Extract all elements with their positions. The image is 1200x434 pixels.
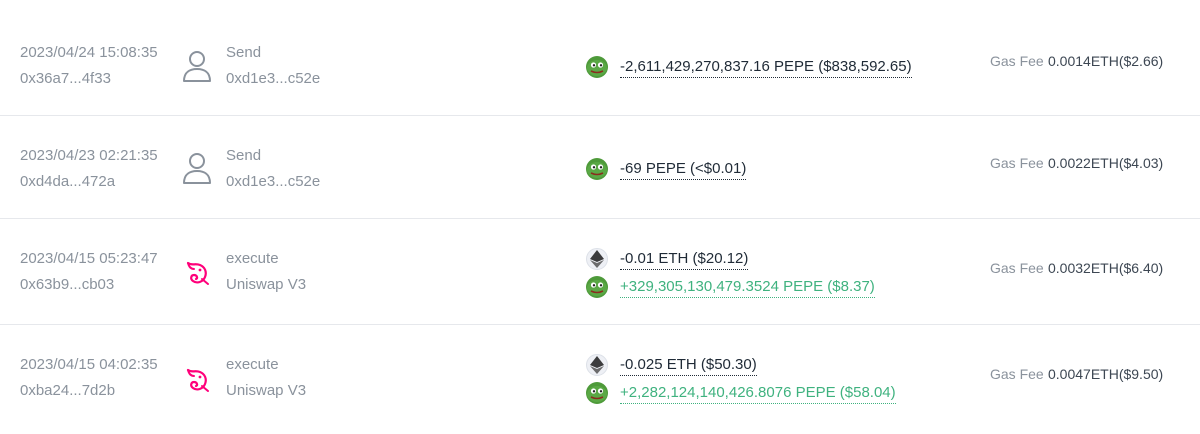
- gas-fee-label: Gas Fee: [990, 260, 1044, 276]
- tx-hash-link[interactable]: 0xba24...7d2b: [20, 382, 115, 399]
- transaction-row: 2023/04/24 15:08:35 0x36a7...4f33 Send 0…: [0, 0, 1200, 116]
- tx-hash-link[interactable]: 0x36a7...4f33: [20, 70, 111, 87]
- transaction-row: 2023/04/23 02:21:35 0xd4da...472a Send 0…: [0, 116, 1200, 219]
- transfer-amount-link[interactable]: -0.01 ETH ($20.12): [620, 250, 749, 270]
- tx-time: 2023/04/24 15:08:35: [20, 44, 158, 61]
- uniswap-icon: [180, 255, 214, 289]
- transaction-list: 2023/04/24 15:08:35 0x36a7...4f33 Send 0…: [0, 0, 1200, 434]
- pepe-token-icon: [586, 56, 608, 78]
- transaction-row: 2023/04/15 05:23:47 0x63b9...cb03 execut…: [0, 219, 1200, 325]
- tx-action: execute: [226, 356, 279, 373]
- transfer-amount-link[interactable]: -2,611,429,270,837.16 PEPE ($838,592.65): [620, 58, 912, 78]
- pepe-token-icon: [586, 276, 608, 298]
- tx-action: execute: [226, 250, 279, 267]
- tx-action: Send: [226, 147, 262, 164]
- gas-fee-label: Gas Fee: [990, 366, 1044, 382]
- transaction-row: 2023/04/15 04:02:35 0xba24...7d2b execut…: [0, 325, 1200, 434]
- tx-action: Send: [226, 44, 262, 61]
- uniswap-icon: [180, 362, 214, 396]
- tx-time: 2023/04/15 04:02:35: [20, 356, 158, 373]
- transfer-amount-link[interactable]: -0.025 ETH ($50.30): [620, 356, 757, 376]
- tx-target-link[interactable]: Uniswap V3: [226, 276, 306, 293]
- tx-target-link[interactable]: Uniswap V3: [226, 382, 306, 399]
- gas-fee-value: 0.0022ETH($4.03): [1048, 155, 1164, 171]
- tx-time: 2023/04/23 02:21:35: [20, 147, 158, 164]
- tx-time: 2023/04/15 05:23:47: [20, 250, 158, 267]
- gas-fee-label: Gas Fee: [990, 155, 1044, 171]
- user-icon: [180, 151, 214, 185]
- gas-fee-value: 0.0014ETH($2.66): [1048, 53, 1164, 69]
- transfer-amount-link[interactable]: -69 PEPE (<$0.01): [620, 160, 747, 180]
- gas-fee-value: 0.0047ETH($9.50): [1048, 366, 1164, 382]
- tx-target-link[interactable]: 0xd1e3...c52e: [226, 70, 320, 87]
- tx-hash-link[interactable]: 0xd4da...472a: [20, 173, 115, 190]
- user-icon: [180, 49, 214, 83]
- transfer-amount-link[interactable]: +2,282,124,140,426.8076 PEPE ($58.04): [620, 384, 896, 404]
- gas-fee-value: 0.0032ETH($6.40): [1048, 260, 1164, 276]
- eth-token-icon: [586, 354, 608, 376]
- transfer-amount-link[interactable]: +329,305,130,479.3524 PEPE ($8.37): [620, 278, 875, 298]
- pepe-token-icon: [586, 158, 608, 180]
- pepe-token-icon: [586, 382, 608, 404]
- tx-target-link[interactable]: 0xd1e3...c52e: [226, 173, 320, 190]
- eth-token-icon: [586, 248, 608, 270]
- tx-hash-link[interactable]: 0x63b9...cb03: [20, 276, 114, 293]
- gas-fee-label: Gas Fee: [990, 53, 1044, 69]
